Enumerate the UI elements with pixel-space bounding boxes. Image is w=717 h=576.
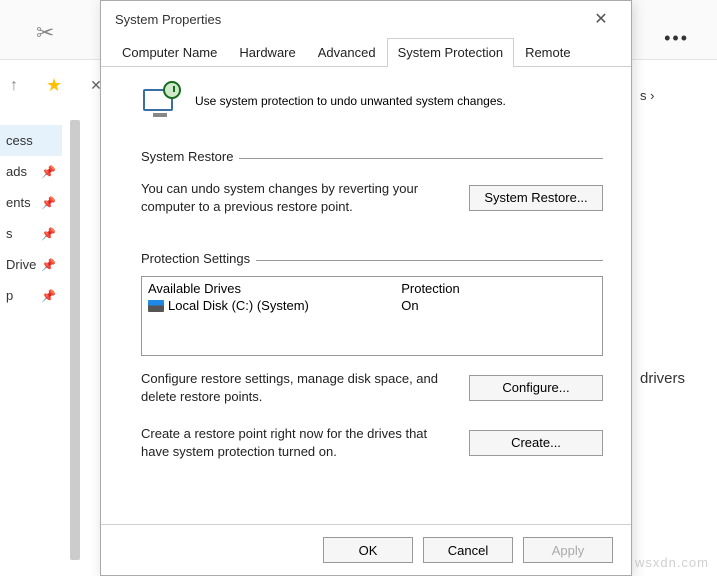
drives-header: Available Drives Protection	[148, 281, 596, 296]
tab-remote[interactable]: Remote	[514, 38, 582, 67]
pin-icon: 📌	[41, 165, 56, 179]
intro-text: Use system protection to undo unwanted s…	[195, 94, 506, 108]
tab-advanced[interactable]: Advanced	[307, 38, 387, 67]
drive-protection-status: On	[401, 298, 596, 313]
favorite-star-icon[interactable]: ★	[46, 75, 62, 96]
drive-icon	[148, 300, 164, 312]
restore-text: You can undo system changes by reverting…	[141, 180, 449, 215]
tab-computer-name[interactable]: Computer Name	[111, 38, 228, 67]
drive-name: Local Disk (C:) (System)	[168, 298, 309, 313]
drive-row[interactable]: Local Disk (C:) (System) On	[148, 296, 596, 313]
watermark: wsxdn.com	[635, 555, 709, 570]
drives-list[interactable]: Available Drives Protection Local Disk (…	[141, 276, 603, 356]
col-available-drives: Available Drives	[148, 281, 401, 296]
sidebar-item[interactable]: ents📌	[0, 187, 62, 218]
sidebar-item[interactable]: s📌	[0, 218, 62, 249]
pin-icon: 📌	[41, 289, 56, 303]
folder-name[interactable]: drivers	[640, 370, 685, 387]
pin-icon: 📌	[41, 258, 56, 272]
ok-button[interactable]: OK	[323, 537, 413, 563]
sidebar-item[interactable]: cess	[0, 125, 62, 156]
tab-strip: Computer Name Hardware Advanced System P…	[101, 37, 631, 67]
group-label: Protection Settings	[141, 251, 256, 266]
titlebar[interactable]: System Properties ✕	[101, 1, 631, 37]
more-menu-icon[interactable]: •••	[664, 28, 689, 49]
breadcrumb-fragment: s ›	[640, 88, 654, 103]
intro-row: Use system protection to undo unwanted s…	[141, 81, 603, 121]
tab-hardware[interactable]: Hardware	[228, 38, 306, 67]
up-arrow-icon[interactable]: ↑	[10, 77, 18, 95]
apply-button[interactable]: Apply	[523, 537, 613, 563]
create-button[interactable]: Create...	[469, 430, 603, 456]
col-protection: Protection	[401, 281, 596, 296]
system-protection-icon	[141, 81, 181, 121]
dialog-title: System Properties	[115, 12, 581, 27]
tab-system-protection[interactable]: System Protection	[387, 38, 515, 67]
pin-icon: 📌	[41, 196, 56, 210]
system-properties-dialog: System Properties ✕ Computer Name Hardwa…	[100, 0, 632, 576]
system-restore-button[interactable]: System Restore...	[469, 185, 603, 211]
create-text: Create a restore point right now for the…	[141, 425, 449, 460]
configure-row: Configure restore settings, manage disk …	[141, 370, 603, 405]
group-label: System Restore	[141, 149, 239, 164]
sidebar-item[interactable]: p📌	[0, 280, 62, 311]
group-protection-settings: Protection Settings	[141, 251, 603, 268]
dialog-body: Use system protection to undo unwanted s…	[101, 67, 631, 524]
restore-row: You can undo system changes by reverting…	[141, 180, 603, 215]
configure-text: Configure restore settings, manage disk …	[141, 370, 449, 405]
create-row: Create a restore point right now for the…	[141, 425, 603, 460]
sidebar-item[interactable]: Drive📌	[0, 249, 62, 280]
cut-icon[interactable]: ✂	[36, 20, 54, 46]
explorer-nav: ↑ ★ ✕	[10, 75, 102, 96]
group-system-restore: System Restore	[141, 149, 603, 166]
pin-icon: 📌	[41, 227, 56, 241]
cancel-button[interactable]: Cancel	[423, 537, 513, 563]
explorer-sidebar: cess ads📌 ents📌 s📌 Drive📌 p📌	[0, 125, 62, 311]
scrollbar[interactable]	[70, 120, 80, 560]
configure-button[interactable]: Configure...	[469, 375, 603, 401]
close-icon[interactable]: ✕	[581, 9, 621, 29]
dialog-footer: OK Cancel Apply	[101, 524, 631, 575]
sidebar-item[interactable]: ads📌	[0, 156, 62, 187]
